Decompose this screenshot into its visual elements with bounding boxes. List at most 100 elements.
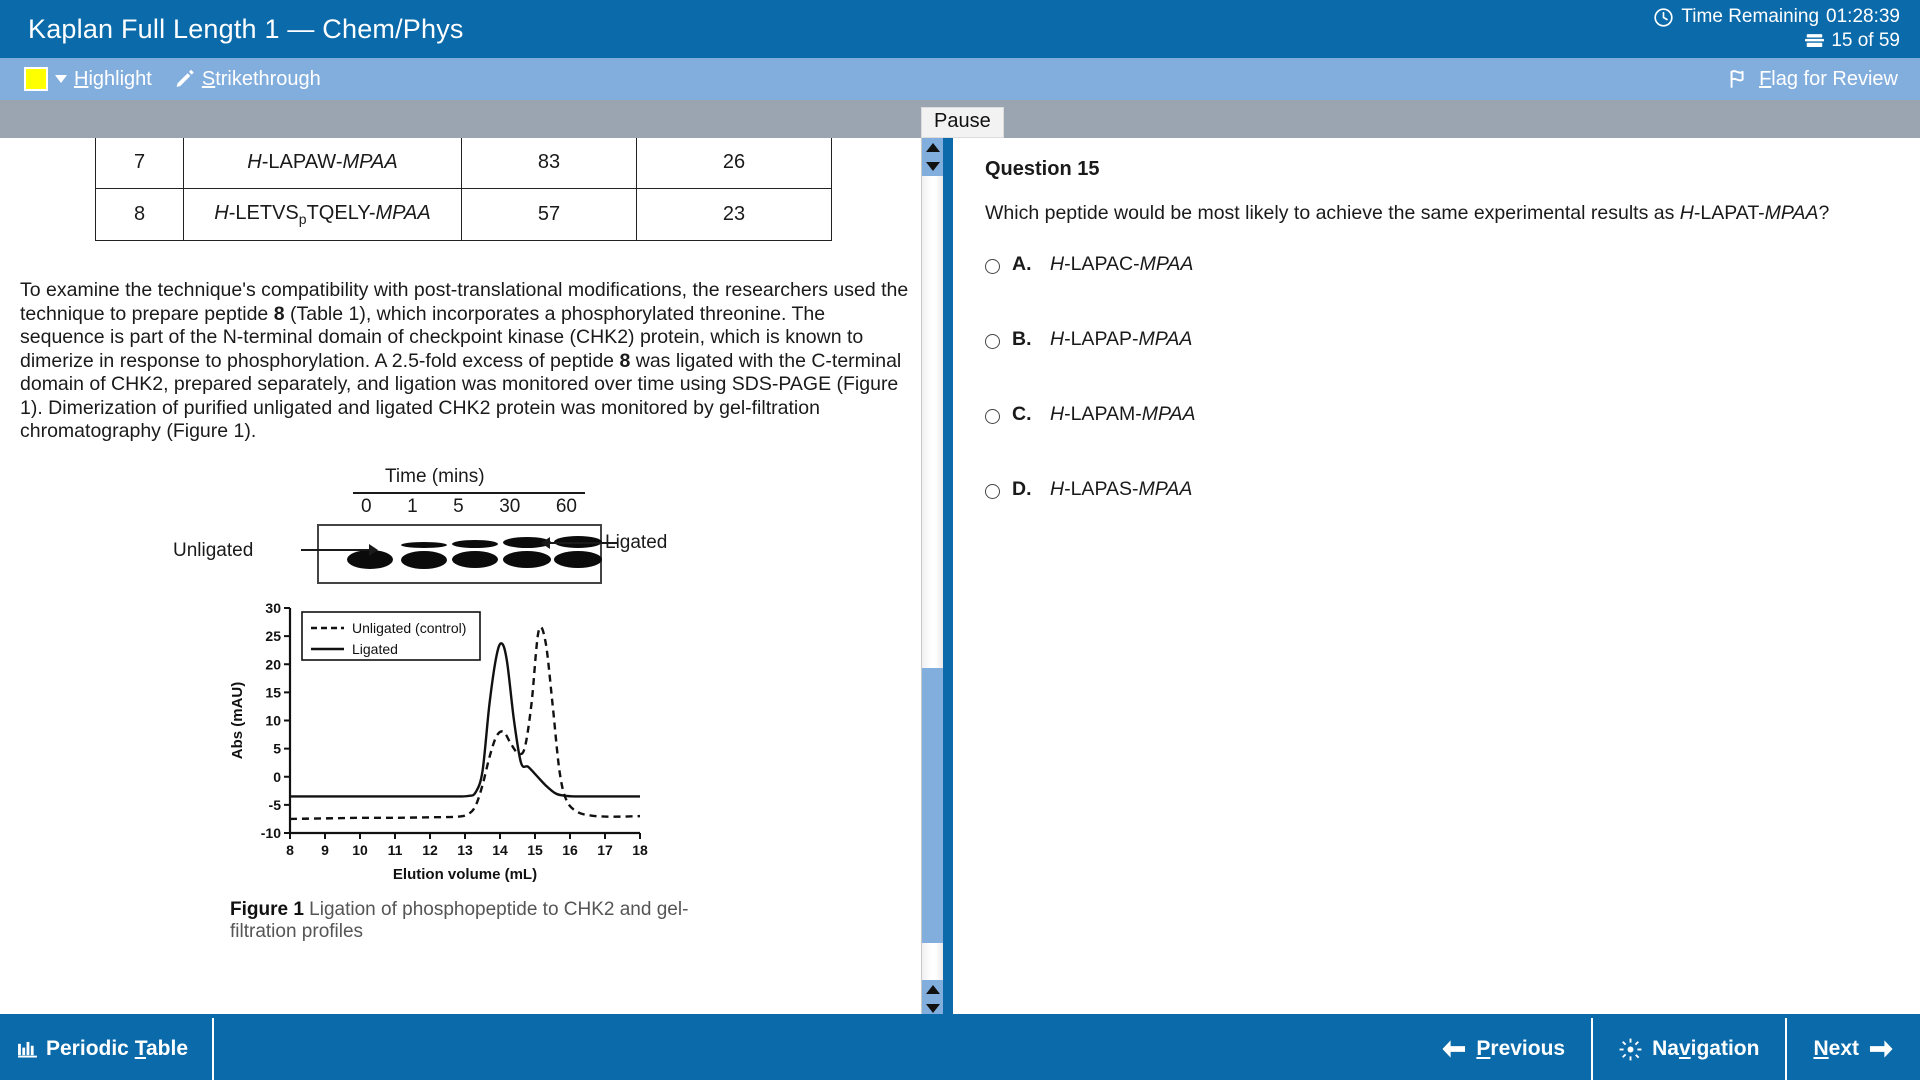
gel-lanes-box (317, 524, 602, 584)
arrow-left-icon (1441, 1039, 1466, 1059)
question-counter-text: 15 of 59 (1831, 30, 1900, 52)
periodic-table-button[interactable]: Periodic Table (0, 1018, 214, 1080)
answer-choices: A. H-LAPAC-MPAA B. H-LAPAP-MPAA C. H-LAP… (985, 253, 1894, 501)
timer: Time Remaining 01:28:39 (1653, 6, 1900, 28)
strikethrough-label: Strikethrough (202, 68, 321, 91)
svg-text:30: 30 (265, 600, 281, 616)
svg-text:0: 0 (273, 768, 281, 784)
cell-sequence: H-LETVSpTQELY-MPAA (184, 189, 462, 241)
gel-band (452, 540, 498, 548)
strikethrough-button[interactable]: Strikethrough (174, 68, 321, 91)
gel-label-ligated: Ligated (605, 532, 667, 554)
choice-letter-c: C. (1012, 403, 1038, 426)
radio-button-a[interactable] (985, 259, 1000, 274)
svg-text:9: 9 (321, 842, 329, 858)
pencil-icon (174, 69, 195, 90)
next-label: Next (1813, 1037, 1859, 1061)
svg-text:Unligated (control): Unligated (control) (352, 620, 466, 636)
chevron-down-icon[interactable] (55, 75, 67, 83)
figure-caption: Figure 1 Ligation of phosphopeptide to C… (230, 899, 740, 943)
navigation-label: Navigation (1652, 1037, 1759, 1061)
svg-text:15: 15 (527, 842, 543, 858)
choice-letter-b: B. (1012, 328, 1038, 351)
app-header: Kaplan Full Length 1 — Chem/Phys Time Re… (0, 0, 1920, 58)
choice-letter-a: A. (1012, 253, 1038, 276)
svg-text:5: 5 (273, 740, 281, 756)
highlight-button[interactable]: Highlight (24, 67, 152, 91)
answer-choice-c[interactable]: C. H-LAPAM-MPAA (985, 403, 1894, 426)
page-title: Kaplan Full Length 1 — Chem/Phys (28, 14, 464, 45)
gel-time-0: 0 (361, 496, 372, 518)
previous-label: Previous (1476, 1037, 1565, 1061)
periodic-table-icon (18, 1041, 37, 1058)
question-title: Question 15 (985, 158, 1894, 181)
gel-band (401, 542, 447, 548)
answer-choice-a[interactable]: A. H-LAPAC-MPAA (985, 253, 1894, 276)
answer-choice-b[interactable]: B. H-LAPAP-MPAA (985, 328, 1894, 351)
sds-page-gel: Time (mins) 0 1 5 30 60 (245, 466, 675, 586)
gel-filtration-chart: -10-505101520253089101112131415161718Elu… (228, 600, 708, 885)
gel-arrow-left (301, 549, 371, 551)
content-area: 7 H-LAPAW-MPAA 83 26 8 H-LETVSpTQELY-MPA… (0, 138, 1920, 1018)
gel-band (401, 551, 447, 569)
scroll-up-button[interactable] (922, 138, 944, 157)
navigation-dots-icon (1619, 1038, 1642, 1061)
clock-icon (1653, 7, 1674, 28)
svg-text:8: 8 (286, 842, 294, 858)
svg-text:13: 13 (457, 842, 473, 858)
radio-button-d[interactable] (985, 484, 1000, 499)
highlight-label: Highlight (74, 68, 152, 91)
cell-value-2: 23 (637, 189, 832, 241)
scroll-down-button-top[interactable] (922, 157, 944, 176)
app-footer: Periodic Table Previous Navigat (0, 1018, 1920, 1080)
cell-num: 7 (96, 138, 184, 189)
radio-button-b[interactable] (985, 334, 1000, 349)
gel-time-labels: 0 1 5 30 60 (353, 496, 585, 518)
svg-text:25: 25 (265, 628, 281, 644)
flag-icon (1726, 68, 1750, 90)
radio-button-c[interactable] (985, 409, 1000, 424)
flag-for-review-button[interactable]: Flag for Review (1726, 68, 1898, 91)
passage-scrollbar[interactable] (921, 138, 943, 1018)
gel-time-30: 30 (499, 496, 520, 518)
gel-arrow-left-head (369, 544, 378, 556)
scrollbar-thumb[interactable] (922, 668, 944, 943)
passage-paragraph: To examine the technique's compatibility… (20, 279, 915, 444)
cell-value-1: 57 (462, 189, 637, 241)
answer-choice-d[interactable]: D. H-LAPAS-MPAA (985, 478, 1894, 501)
previous-button[interactable]: Previous (1415, 1018, 1591, 1080)
timer-label: Time Remaining (1681, 6, 1819, 28)
header-status: Time Remaining 01:28:39 15 of 59 (1653, 6, 1900, 52)
choice-text-c: H-LAPAM-MPAA (1050, 403, 1196, 426)
pause-button[interactable]: Pause (921, 107, 1004, 138)
svg-text:20: 20 (265, 656, 281, 672)
gel-time-60: 60 (556, 496, 577, 518)
timer-value: 01:28:39 (1826, 6, 1900, 28)
navigation-button[interactable]: Navigation (1591, 1018, 1785, 1080)
gel-band (503, 551, 551, 568)
svg-text:17: 17 (597, 842, 613, 858)
svg-text:10: 10 (265, 712, 281, 728)
cell-sequence: H-LAPAW-MPAA (184, 138, 462, 189)
cell-value-2: 26 (637, 138, 832, 189)
footer-spacer (214, 1018, 1415, 1080)
svg-text:15: 15 (265, 684, 281, 700)
gel-time-5: 5 (453, 496, 464, 518)
question-counter: 15 of 59 (1805, 30, 1900, 52)
gel-time-1: 1 (407, 496, 418, 518)
choice-text-a: H-LAPAC-MPAA (1050, 253, 1193, 276)
periodic-table-label: Periodic Table (46, 1037, 188, 1061)
scroll-up-button-bottom[interactable] (922, 980, 944, 999)
passage-pane: 7 H-LAPAW-MPAA 83 26 8 H-LETVSpTQELY-MPA… (0, 138, 920, 1018)
gel-title-rule (353, 492, 585, 494)
gel-arrow-right-head (541, 537, 550, 549)
gel-title: Time (mins) (385, 466, 485, 488)
svg-text:11: 11 (388, 842, 403, 858)
flag-label: Flag for Review (1759, 68, 1898, 91)
cell-value-1: 83 (462, 138, 637, 189)
next-button[interactable]: Next (1785, 1018, 1920, 1080)
gel-band (452, 551, 498, 568)
highlight-color-swatch[interactable] (24, 67, 48, 91)
svg-text:Elution volume (mL): Elution volume (mL) (393, 866, 537, 883)
question-pane: Question 15 Which peptide would be most … (953, 138, 1920, 1018)
